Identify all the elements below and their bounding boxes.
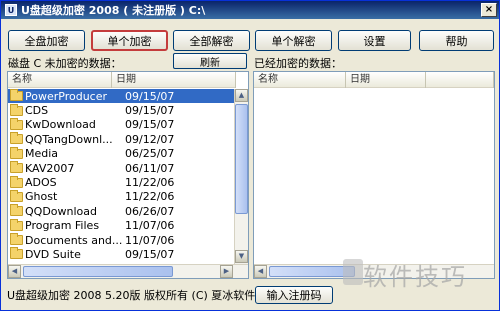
scroll-up-button[interactable]: ▲ (235, 89, 248, 102)
help-button[interactable]: 帮助 (419, 30, 494, 51)
file-row[interactable]: Ghost 11/22/06 (8, 189, 236, 204)
file-row[interactable]: ADOS 11/22/06 (8, 175, 236, 189)
app-window: U U盘超级加密 2008 ( 未注册版 ) C:\ × 全盘加密 单个加密 全… (0, 0, 500, 311)
refresh-button[interactable]: 刷新 (173, 53, 247, 69)
encrypted-data-label: 已经加密的数据： (254, 57, 342, 70)
scroll-thumb-horizontal[interactable] (23, 266, 173, 277)
folder-icon (10, 247, 23, 260)
file-row[interactable]: Media 06/25/07 (8, 146, 236, 161)
scroll-left-button[interactable]: ◀ (254, 265, 267, 278)
folder-icon (10, 233, 23, 246)
encrypt-single-button[interactable]: 单个加密 (91, 30, 168, 51)
close-button[interactable]: × (481, 3, 497, 17)
file-name: KAV2007 (25, 161, 75, 175)
decrypt-single-button[interactable]: 单个解密 (255, 30, 332, 51)
file-date: 09/15/07 (125, 118, 175, 132)
folder-icon (10, 117, 23, 130)
folder-icon (10, 132, 23, 145)
encrypted-file-list: 名称 日期 ◀ (253, 71, 495, 279)
folder-icon (10, 218, 23, 231)
file-date: 09/15/07 (125, 247, 175, 261)
column-header-extra[interactable] (426, 72, 494, 88)
file-row[interactable]: PowerProducer 09/15/07 (8, 89, 236, 104)
column-header-name[interactable]: 名称 (8, 72, 112, 88)
file-name: Media (25, 147, 59, 161)
file-date: 06/26/07 (125, 204, 175, 218)
scroll-left-button[interactable]: ◀ (8, 265, 21, 278)
file-name: Documents and... (25, 233, 123, 247)
decrypt-all-button[interactable]: 全部解密 (173, 30, 250, 51)
scroll-down-button[interactable]: ▼ (235, 250, 248, 263)
folder-icon (10, 89, 23, 102)
scroll-thumb[interactable] (235, 104, 248, 214)
column-header-name[interactable]: 名称 (254, 72, 346, 88)
file-row[interactable]: QQDownload 06/26/07 (8, 204, 236, 218)
folder-icon (10, 189, 23, 202)
folder-icon (10, 146, 23, 159)
file-name: QQDownload (25, 204, 97, 218)
encrypt-all-button[interactable]: 全盘加密 (8, 30, 85, 51)
enter-register-code-button[interactable]: 输入注册码 (255, 286, 333, 304)
copyright-text: U盘超级加密 2008 5.20版 版权所有 (C) 夏冰软件。 (7, 289, 267, 302)
file-name: Ghost (25, 190, 58, 204)
folder-icon (10, 204, 23, 217)
file-date: 11/22/06 (125, 176, 175, 190)
unencrypted-data-label: 磁盘 C 未加密的数据： (8, 57, 122, 70)
file-name: Program Files (25, 219, 100, 233)
file-row[interactable]: Documents and... 11/07/06 (8, 233, 236, 247)
window-title: U盘超级加密 2008 ( 未注册版 ) C:\ (21, 4, 206, 17)
file-date: 09/15/07 (125, 89, 175, 103)
file-name: DVD Suite (25, 247, 81, 261)
file-name: KwDownload (25, 118, 96, 132)
settings-button[interactable]: 设置 (338, 30, 411, 51)
file-date: 06/25/07 (125, 147, 175, 161)
watermark-logo (343, 259, 363, 285)
file-name: ADOS (25, 176, 57, 190)
file-name: CDS (25, 104, 49, 118)
column-header-date[interactable]: 日期 (346, 72, 426, 88)
left-file-rows: PowerProducer 09/15/07 CDS 09/15/07 KwDownlo… (8, 89, 236, 262)
file-row[interactable]: KwDownload 09/15/07 (8, 117, 236, 132)
folder-icon (10, 161, 23, 174)
file-date: 09/15/07 (125, 104, 175, 118)
column-header-date[interactable]: 日期 (112, 72, 236, 88)
file-date: 06/11/07 (125, 161, 175, 175)
file-date: 11/07/06 (125, 219, 175, 233)
unencrypted-file-list: 名称 日期 PowerProducer 09/15/07 CDS 09/15/07 Kw… (7, 71, 249, 279)
file-row[interactable]: QQTangDownl... 09/12/07 (8, 132, 236, 146)
file-row[interactable]: KAV2007 06/11/07 (8, 161, 236, 175)
title-bar[interactable]: U U盘超级加密 2008 ( 未注册版 ) C:\ × (1, 1, 499, 19)
file-row[interactable]: DVD Suite 09/15/07 (8, 247, 236, 261)
app-icon: U (5, 4, 17, 16)
file-row[interactable]: CDS 09/15/07 (8, 103, 236, 117)
scroll-right-button[interactable]: ▶ (220, 265, 233, 278)
file-date: 11/07/06 (125, 233, 175, 247)
folder-icon (10, 103, 23, 116)
status-bar: U盘超级加密 2008 5.20版 版权所有 (C) 夏冰软件。 (3, 284, 497, 306)
folder-icon (10, 175, 23, 188)
file-name: QQTangDownl... (25, 132, 113, 146)
left-list-header: 名称 日期 (8, 72, 236, 88)
right-list-header: 名称 日期 (254, 72, 494, 88)
file-date: 09/12/07 (125, 132, 175, 146)
left-horizontal-scrollbar[interactable]: ◀ ▶ (8, 264, 248, 278)
file-name: PowerProducer (25, 89, 108, 103)
file-row[interactable]: Program Files 11/07/06 (8, 218, 236, 233)
file-date: 11/22/06 (125, 190, 175, 204)
toolbar: 全盘加密 单个加密 全部解密 单个解密 设置 帮助 (8, 30, 494, 52)
left-vertical-scrollbar[interactable]: ▲ ▼ (234, 89, 248, 264)
